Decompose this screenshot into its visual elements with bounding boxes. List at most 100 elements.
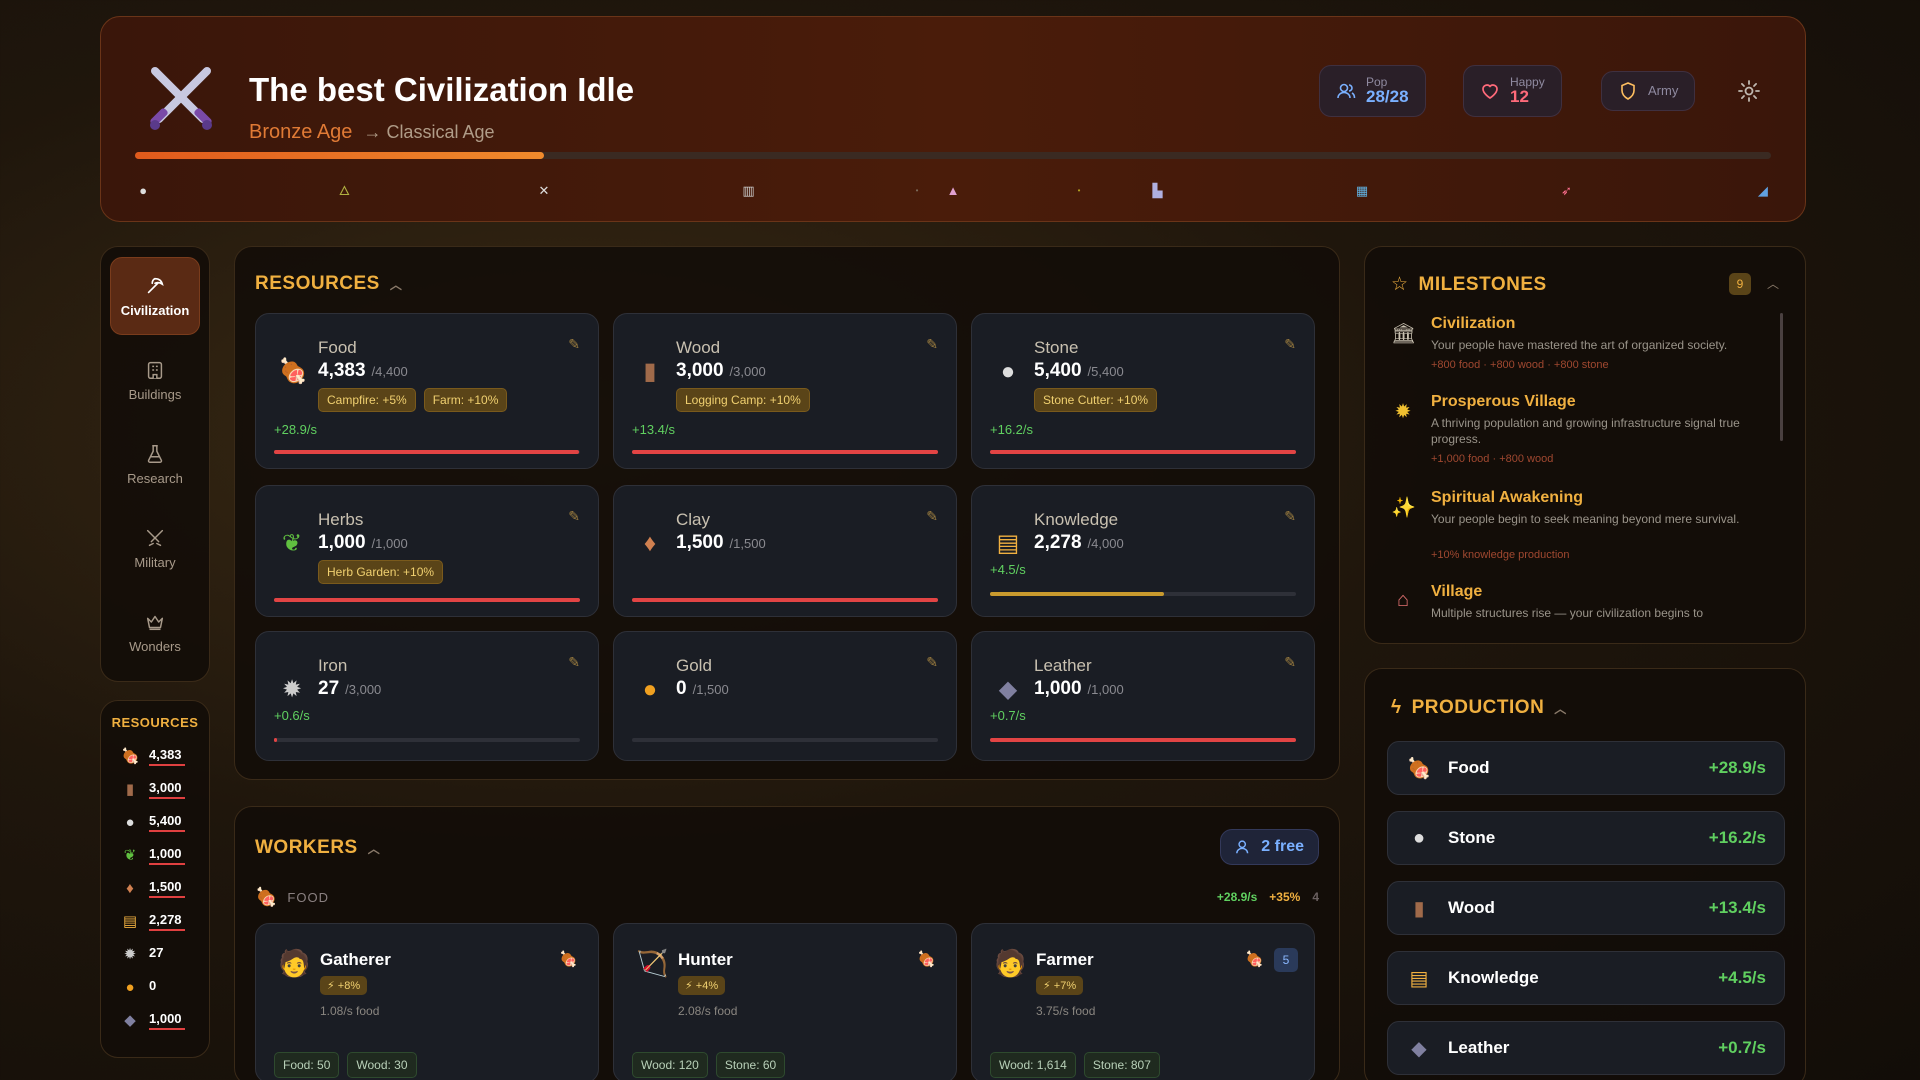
resource-bar-fill <box>274 598 580 602</box>
worker-bonus: ⚡ +7% <box>1036 976 1084 995</box>
worker-bonus: ⚡ +4% <box>678 976 726 995</box>
resource-card-stone[interactable]: ● Stone 5,400/5,400 ✎ Stone Cutter: +10%… <box>971 313 1315 469</box>
pin-icon[interactable]: ✎ <box>1284 508 1296 525</box>
resource-bar-fill <box>274 450 579 454</box>
milestone-desc: Your people have mastered the art of org… <box>1431 338 1728 352</box>
resource-card-leather[interactable]: ◆ Leather 1,000/1,000 ✎ +0.7/s <box>971 631 1315 761</box>
worker-name: Hunter <box>678 950 733 969</box>
nav-label: Wonders <box>129 638 181 654</box>
resource-amount: 1,500/1,500 <box>676 532 766 553</box>
resources-header[interactable]: RESOURCES ︿ <box>255 273 402 295</box>
nav-military[interactable]: Military <box>110 509 200 587</box>
space-icon: ◢ <box>1757 183 1768 198</box>
resource-rate: +28.9/s <box>274 422 318 437</box>
app-title: The best Civilization Idle <box>249 71 635 108</box>
pin-icon[interactable]: ✎ <box>568 508 580 525</box>
resource-card-clay[interactable]: ♦ Clay 1,500/1,500 ✎ <box>613 485 957 617</box>
nav-label: Military <box>134 554 176 570</box>
current-age: Bronze Age <box>249 121 353 143</box>
workers-header[interactable]: WORKERS ︿ <box>255 837 380 859</box>
production-value: +4.5/s <box>1718 968 1766 987</box>
pin-icon[interactable]: ✎ <box>1284 336 1296 353</box>
nav-buildings[interactable]: Buildings <box>110 341 200 419</box>
sun-icon: ✹ <box>1394 401 1412 423</box>
gear-icon[interactable] <box>1737 79 1761 103</box>
chevron-up-icon[interactable]: ︿ <box>1767 275 1779 292</box>
resource-bonuses: Campfire: +5% Farm: +10% <box>318 388 508 412</box>
pop-stat[interactable]: Pop 28/28 <box>1319 65 1426 117</box>
resource-name: Knowledge <box>1034 510 1119 529</box>
cost-chip: Stone: 807 <box>1083 1052 1160 1078</box>
category-bonus: +35% <box>1269 890 1301 904</box>
category-count: 4 <box>1312 890 1319 904</box>
resource-name: Iron <box>318 656 348 675</box>
mini-value: 1,500 <box>149 879 185 898</box>
gear-small-icon: ✹ <box>123 945 137 963</box>
category-stats: +28.9/s +35% 4 <box>1217 890 1319 904</box>
resource-bar-fill <box>632 450 938 454</box>
bonus-tag: Herb Garden: +10% <box>318 560 444 584</box>
resource-name: Leather <box>1034 656 1092 675</box>
mini-stone: ● 5,400 <box>101 806 209 839</box>
chevron-up-icon: ︿ <box>389 277 403 292</box>
heart-icon <box>1482 84 1498 99</box>
resource-rate: +16.2/s <box>990 422 1034 437</box>
production-value: +28.9/s <box>1708 758 1766 777</box>
bonus-tag: Campfire: +5% <box>318 388 416 412</box>
resource-card-gold[interactable]: ● Gold 0/1,500 ✎ <box>613 631 957 761</box>
army-stat[interactable]: Army <box>1601 71 1696 111</box>
resource-name: Wood <box>676 338 721 357</box>
production-name: Food <box>1448 758 1490 777</box>
resource-card-iron[interactable]: ✹ Iron 27/3,000 ✎ +0.6/s <box>255 631 599 761</box>
pin-icon[interactable]: ✎ <box>926 508 938 525</box>
resource-name: Herbs <box>318 510 364 529</box>
cost-chip: Wood: 30 <box>347 1052 417 1078</box>
milestone-reward: +800 food · +800 wood · +800 stone <box>1431 359 1609 371</box>
worker-category-food[interactable]: 🍖 FOOD +28.9/s +35% 4 <box>255 885 1319 909</box>
rock-icon: ● <box>125 813 135 831</box>
castle-icon: ▲ <box>946 183 960 198</box>
vase-icon: ♦ <box>643 530 657 557</box>
milestones-scrollbar[interactable] <box>1780 313 1783 441</box>
production-header[interactable]: ϟ PRODUCTION ︿ <box>1391 697 1567 719</box>
meat-icon: 🍖 <box>121 747 140 765</box>
building-icon <box>147 361 163 379</box>
resource-bar-fill <box>990 450 1296 454</box>
worker-bonus: ⚡ +8% <box>320 976 368 995</box>
resource-rate: +0.7/s <box>990 708 1026 723</box>
pin-icon[interactable]: ✎ <box>1284 654 1296 671</box>
resource-amount: 4,383/4,400 <box>318 360 408 381</box>
temple-icon: 🏛 <box>1391 323 1417 345</box>
happy-stat[interactable]: Happy 12 <box>1463 65 1562 117</box>
resource-bonuses: Logging Camp: +10% <box>676 388 810 412</box>
pin-icon[interactable]: ✎ <box>926 336 938 353</box>
resource-card-wood[interactable]: ▮ Wood 3,000/3,000 ✎ Logging Camp: +10% … <box>613 313 957 469</box>
milestones-header[interactable]: ☆ MILESTONES <box>1391 273 1547 296</box>
pin-icon[interactable]: ✎ <box>926 654 938 671</box>
worker-card-farmer[interactable]: 🧑 Farmer ⚡ +7% 3.75/s food 🍖 5 Wood: 1,6… <box>971 923 1315 1080</box>
milestones-panel: ☆ MILESTONES 9 ︿ 🏛 Civilization Your peo… <box>1364 246 1806 644</box>
worker-card-gatherer[interactable]: 🧑 Gatherer ⚡ +8% 1.08/s food 🍖 Food: 50 … <box>255 923 599 1080</box>
resource-card-food[interactable]: 🍖 Food 4,383/4,400 ✎ Campfire: +5% Farm:… <box>255 313 599 469</box>
resource-bar <box>274 450 580 454</box>
resource-bonuses: Herb Garden: +10% <box>318 560 444 584</box>
worker-card-hunter[interactable]: 🏹 Hunter ⚡ +4% 2.08/s food 🍖 Wood: 120 S… <box>613 923 957 1080</box>
resource-card-knowledge[interactable]: ▤ Knowledge 2,278/4,000 ✎ +4.5/s <box>971 485 1315 617</box>
resource-card-herbs[interactable]: ❦ Herbs 1,000/1,000 ✎ Herb Garden: +10% <box>255 485 599 617</box>
nav-research[interactable]: Research <box>110 425 200 503</box>
pickaxe-icon <box>147 277 164 293</box>
resource-amount: 5,400/5,400 <box>1034 360 1124 381</box>
pin-icon[interactable]: ✎ <box>568 654 580 671</box>
torch-icon: 🜂 <box>338 183 351 198</box>
log-icon: ▮ <box>1413 897 1425 920</box>
nav-wonders[interactable]: Wonders <box>110 593 200 671</box>
resource-bar-fill <box>274 738 277 742</box>
worker-name: Gatherer <box>320 950 391 969</box>
pin-icon[interactable]: ✎ <box>568 336 580 353</box>
workers-panel: WORKERS ︿ 2 free 🍖 FOOD +28.9/s +35% 4 🧑… <box>234 806 1340 1080</box>
factory-icon: ▙ <box>1152 183 1163 198</box>
cost-chip: Wood: 120 <box>632 1052 708 1078</box>
nav-civilization[interactable]: Civilization <box>110 257 200 335</box>
army-label: Army <box>1648 83 1679 98</box>
resource-bar-fill <box>990 592 1165 596</box>
